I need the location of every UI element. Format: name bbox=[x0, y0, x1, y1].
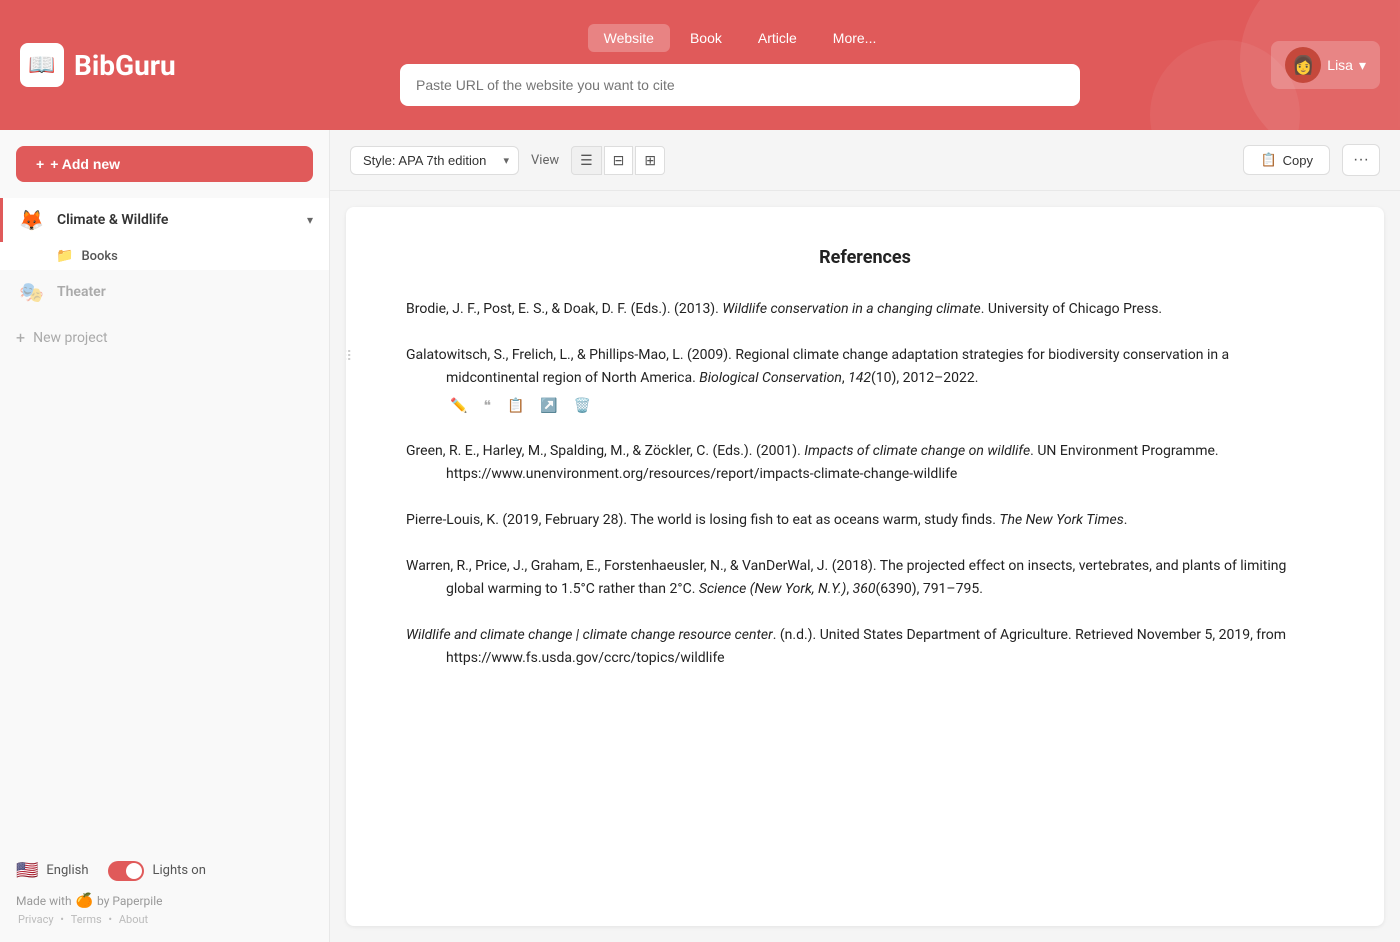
edit-reference-button[interactable]: ✏️ bbox=[446, 395, 471, 416]
reference-entry: Brodie, J. F., Post, E. S., & Doak, D. F… bbox=[406, 298, 1324, 320]
toolbar: Style: APA 7th edition Style: MLA 9th ed… bbox=[330, 130, 1400, 191]
dot-separator2: • bbox=[108, 913, 114, 926]
new-project-label: New project bbox=[33, 330, 108, 346]
toggle-knob bbox=[126, 863, 142, 879]
dot-separator: • bbox=[60, 913, 66, 926]
main-layout: + + Add new 🦊 Climate & Wildlife ▾ 📁 Boo… bbox=[0, 130, 1400, 942]
terms-link[interactable]: Terms bbox=[71, 913, 102, 926]
add-new-button[interactable]: + + Add new bbox=[16, 146, 313, 182]
language-toggle[interactable]: 🇺🇸 English bbox=[16, 860, 88, 881]
paperpile-icon: 🍊 bbox=[76, 893, 93, 909]
header-center: Website Book Article More... bbox=[240, 24, 1240, 106]
reference-entry: Green, R. E., Harley, M., Spalding, M., … bbox=[406, 440, 1324, 485]
footer-links: Privacy • Terms • About bbox=[16, 913, 313, 926]
nav-tabs: Website Book Article More... bbox=[588, 24, 893, 52]
lights-toggle[interactable]: Lights on bbox=[108, 860, 205, 881]
sidebar-subitem-books[interactable]: 📁 Books bbox=[0, 242, 329, 270]
tab-book[interactable]: Book bbox=[674, 24, 738, 52]
reference-entry: Warren, R., Price, J., Graham, E., Forst… bbox=[406, 555, 1324, 600]
view-icons: ☰ ⊟ ⊞ bbox=[571, 146, 665, 175]
avatar: 👩 bbox=[1285, 47, 1321, 83]
copy-reference-button[interactable]: 📋 bbox=[503, 395, 528, 416]
chevron-down-icon: ▾ bbox=[1359, 57, 1366, 74]
more-options-button[interactable]: ··· bbox=[1342, 144, 1380, 176]
references-panel: References Brodie, J. F., Post, E. S., &… bbox=[346, 207, 1384, 926]
project-emoji-climate: 🦊 bbox=[19, 208, 47, 232]
style-dropdown[interactable]: Style: APA 7th edition Style: MLA 9th ed… bbox=[350, 146, 519, 175]
project-name-climate: Climate & Wildlife bbox=[57, 212, 297, 228]
project-name-theater: Theater bbox=[57, 284, 313, 300]
sidebar-footer: 🇺🇸 English Lights on Made with 🍊 by Pape… bbox=[0, 844, 329, 942]
plus-icon: + bbox=[36, 156, 44, 172]
user-menu-button[interactable]: 👩 Lisa ▾ bbox=[1271, 41, 1380, 89]
delete-reference-button[interactable]: 🗑️ bbox=[570, 395, 595, 416]
lights-label: Lights on bbox=[152, 863, 205, 878]
copy-button[interactable]: 📋 Copy bbox=[1243, 145, 1330, 175]
new-project-button[interactable]: + New project bbox=[0, 318, 329, 357]
copy-icon: 📋 bbox=[1260, 152, 1276, 168]
about-link[interactable]: About bbox=[119, 913, 148, 926]
quote-reference-button[interactable]: ❝ bbox=[479, 395, 495, 416]
made-with: Made with 🍊 by Paperpile bbox=[16, 893, 313, 909]
style-select[interactable]: Style: APA 7th edition Style: MLA 9th ed… bbox=[350, 146, 519, 175]
project-emoji-theater: 🎭 bbox=[19, 280, 47, 304]
open-reference-button[interactable]: ↗️ bbox=[536, 395, 561, 416]
paperpile-label: by Paperpile bbox=[97, 894, 162, 908]
subitem-books-label: Books bbox=[81, 249, 117, 264]
tab-website[interactable]: Website bbox=[588, 24, 670, 52]
lights-toggle-switch[interactable] bbox=[108, 861, 144, 881]
tab-article[interactable]: Article bbox=[742, 24, 813, 52]
flag-icon: 🇺🇸 bbox=[16, 860, 38, 881]
privacy-link[interactable]: Privacy bbox=[18, 913, 54, 926]
view-detailed-button[interactable]: ⊞ bbox=[635, 146, 665, 175]
language-label: English bbox=[46, 863, 88, 878]
made-with-label: Made with bbox=[16, 894, 72, 908]
plus-icon-new: + bbox=[16, 328, 25, 347]
view-list-button[interactable]: ☰ bbox=[571, 146, 602, 175]
tab-more[interactable]: More... bbox=[817, 24, 893, 52]
content-area: Style: APA 7th edition Style: MLA 9th ed… bbox=[330, 130, 1400, 942]
search-input[interactable] bbox=[400, 64, 1080, 106]
reference-entry: Wildlife and climate change | climate ch… bbox=[406, 624, 1324, 669]
logo-icon: 📖 bbox=[20, 43, 64, 87]
copy-label: Copy bbox=[1283, 153, 1313, 168]
sidebar-item-climate-wildlife[interactable]: 🦊 Climate & Wildlife ▾ bbox=[0, 198, 329, 242]
chevron-icon: ▾ bbox=[307, 213, 313, 227]
logo-area: 📖 BibGuru bbox=[20, 43, 240, 87]
sidebar: + + Add new 🦊 Climate & Wildlife ▾ 📁 Boo… bbox=[0, 130, 330, 942]
header: 📖 BibGuru Website Book Article More... 👩… bbox=[0, 0, 1400, 130]
sidebar-item-theater[interactable]: 🎭 Theater bbox=[0, 270, 329, 314]
view-compact-button[interactable]: ⊟ bbox=[604, 146, 634, 175]
user-name: Lisa bbox=[1327, 57, 1353, 73]
reference-entry: ⠿ Galatowitsch, S., Frelich, L., & Phill… bbox=[406, 344, 1324, 416]
reference-actions: ✏️ ❝ 📋 ↗️ 🗑️ bbox=[406, 395, 1324, 416]
references-title: References bbox=[406, 247, 1324, 268]
folder-icon: 📁 bbox=[56, 248, 73, 264]
user-area: 👩 Lisa ▾ bbox=[1240, 41, 1380, 89]
add-new-label: + Add new bbox=[50, 156, 120, 172]
bottom-controls: 🇺🇸 English Lights on bbox=[16, 860, 313, 881]
reference-entry: Pierre-Louis, K. (2019, February 28). Th… bbox=[406, 509, 1324, 531]
logo-text: BibGuru bbox=[74, 49, 176, 82]
view-label: View bbox=[531, 153, 559, 168]
